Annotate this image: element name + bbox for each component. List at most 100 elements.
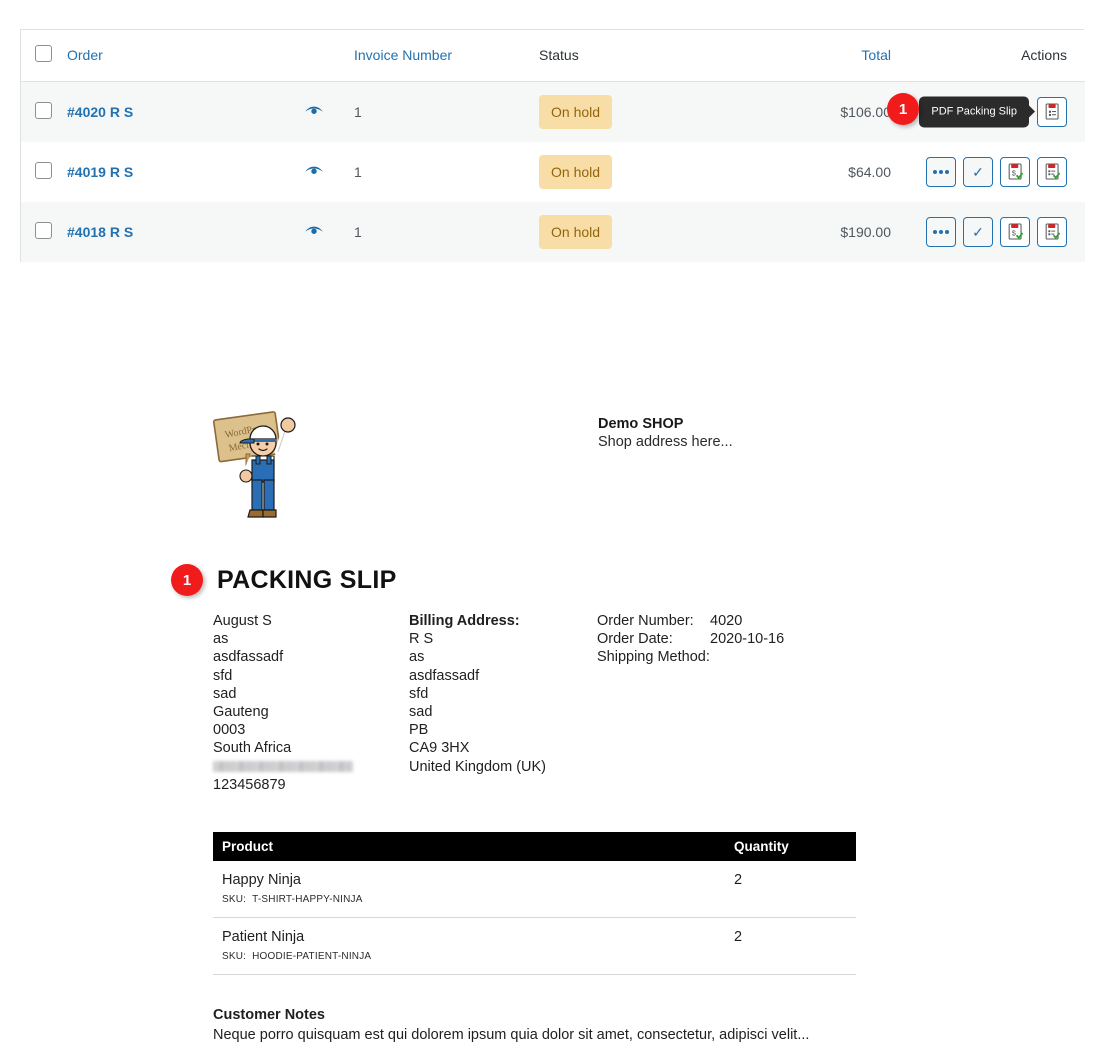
complete-order-button[interactable]: ✓ bbox=[963, 156, 993, 187]
row-checkbox[interactable] bbox=[35, 221, 52, 239]
shipping-line: sfd bbox=[213, 667, 233, 684]
shop-info-block: Demo SHOP Shop address here... bbox=[598, 415, 733, 451]
products-column-header-product: Product bbox=[213, 832, 724, 861]
preview-eye-icon[interactable] bbox=[305, 225, 323, 239]
preview-eye-icon[interactable] bbox=[305, 165, 323, 179]
product-name: Patient Ninja bbox=[222, 929, 305, 945]
row-invoice-number: 1 bbox=[354, 81, 539, 142]
pdf-packing-slip-button[interactable] bbox=[1037, 156, 1067, 187]
sku-value: HOODIE-PATIENT-NINJA bbox=[252, 951, 372, 962]
page-title: PACKING SLIP bbox=[217, 565, 397, 594]
row-total-cell: $64.00 bbox=[724, 141, 909, 202]
products-header-row: Product Quantity bbox=[213, 832, 856, 861]
status-badge: On hold bbox=[539, 214, 613, 249]
products-table-body: Happy Ninja SKU: T-SHIRT-HAPPY-NINJA 2 P… bbox=[213, 861, 856, 975]
row-select-cell bbox=[21, 141, 67, 202]
row-status-cell: On hold bbox=[539, 201, 724, 262]
row-total-value: $64.00 bbox=[848, 163, 891, 180]
svg-text:$: $ bbox=[1011, 229, 1015, 237]
preview-eye-icon[interactable] bbox=[305, 105, 323, 119]
billing-address-heading: Billing Address: bbox=[409, 613, 520, 629]
step-marker-1-table: 1 bbox=[887, 93, 919, 125]
row-order-cell: #4020 R S bbox=[67, 81, 354, 142]
column-header-total-label: Total bbox=[861, 47, 891, 64]
row-actions-cell: PDF Packing Slip bbox=[909, 81, 1085, 142]
products-table: Product Quantity Happy Ninja SKU: T-SHIR… bbox=[213, 832, 856, 975]
shipping-line: as bbox=[213, 631, 229, 648]
pdf-packing-slip-button[interactable] bbox=[1037, 216, 1067, 247]
row-total-value: $190.00 bbox=[840, 223, 891, 240]
row-select-cell bbox=[21, 81, 67, 142]
row-checkbox[interactable] bbox=[35, 161, 52, 179]
shipping-line: 0003 bbox=[213, 722, 246, 739]
row-invoice-number: 1 bbox=[354, 201, 539, 262]
shop-name: Demo SHOP bbox=[598, 416, 684, 432]
shipping-method-row: Shipping Method: bbox=[597, 648, 897, 666]
column-header-order[interactable]: Order bbox=[67, 30, 354, 82]
sku-label: SKU: bbox=[222, 894, 247, 905]
order-date-label: Order Date: bbox=[597, 631, 673, 648]
column-header-status: Status bbox=[539, 30, 724, 82]
order-link[interactable]: #4019 R S bbox=[67, 164, 133, 180]
ellipsis-icon bbox=[933, 169, 949, 174]
customer-notes-title: Customer Notes bbox=[213, 1007, 325, 1023]
products-table-head: Product Quantity bbox=[213, 832, 856, 861]
row-total-value: $106.00 bbox=[840, 103, 891, 120]
shipping-line: August S bbox=[213, 613, 272, 629]
pdf-packing-slip-tooltip: PDF Packing Slip bbox=[919, 96, 1029, 127]
shop-logo-mechanic-icon: WordPress Mechanic bbox=[212, 406, 310, 528]
row-actions-cell: ✓ $ bbox=[909, 201, 1085, 262]
product-quantity: 2 bbox=[724, 861, 856, 918]
product-quantity: 2 bbox=[724, 917, 856, 975]
product-row: Happy Ninja SKU: T-SHIRT-HAPPY-NINJA 2 bbox=[213, 861, 856, 918]
orders-header-row: Order Invoice Number Status Total Action… bbox=[21, 30, 1085, 82]
row-total-cell: $190.00 bbox=[724, 201, 909, 262]
product-row: Patient Ninja SKU: HOODIE-PATIENT-NINJA … bbox=[213, 917, 856, 975]
sku-label: SKU: bbox=[222, 951, 247, 962]
packing-slip-title-row: 1 PACKING SLIP bbox=[171, 564, 397, 596]
address-grid: August S as asdfassadf sfd sad Gauteng 0… bbox=[213, 612, 913, 794]
billing-line: sad bbox=[409, 704, 433, 721]
pdf-invoice-button[interactable]: $ bbox=[1000, 216, 1030, 247]
shipping-line: South Africa bbox=[213, 740, 292, 757]
checkmark-icon: ✓ bbox=[972, 163, 984, 180]
column-header-invoice-number-label: Invoice Number bbox=[354, 47, 453, 64]
ellipsis-icon bbox=[933, 229, 949, 234]
row-status-cell: On hold bbox=[539, 141, 724, 202]
select-all-checkbox[interactable] bbox=[35, 45, 52, 63]
column-header-actions-label: Actions bbox=[1021, 47, 1067, 64]
shipping-address-block: August S as asdfassadf sfd sad Gauteng 0… bbox=[213, 612, 409, 794]
orders-table: Order Invoice Number Status Total Action… bbox=[21, 30, 1085, 262]
row-order-cell: #4019 R S bbox=[67, 141, 354, 202]
shipping-line: sad bbox=[213, 685, 237, 702]
product-sku: SKU: HOODIE-PATIENT-NINJA bbox=[222, 951, 715, 962]
pdf-packing-slip-button[interactable] bbox=[1037, 96, 1067, 127]
billing-line: R S bbox=[409, 631, 434, 648]
pdf-invoice-button[interactable]: $ bbox=[1000, 156, 1030, 187]
table-row: #4019 R S 1 On hold $64.00 ✓ $ bbox=[21, 141, 1085, 202]
order-number-value: 4020 bbox=[710, 613, 743, 629]
billing-line: CA9 3HX bbox=[409, 740, 470, 757]
billing-line: asdfassadf bbox=[409, 667, 480, 684]
complete-order-button[interactable]: ✓ bbox=[963, 216, 993, 247]
customer-phone: 123456879 bbox=[213, 776, 286, 793]
order-link[interactable]: #4018 R S bbox=[67, 224, 133, 240]
more-actions-button[interactable] bbox=[926, 156, 956, 187]
column-header-invoice-number[interactable]: Invoice Number bbox=[354, 30, 539, 82]
column-header-actions: Actions bbox=[909, 30, 1085, 82]
row-invoice-number: 1 bbox=[354, 141, 539, 202]
column-header-total[interactable]: Total bbox=[724, 30, 909, 82]
shipping-line: asdfassadf bbox=[213, 649, 284, 666]
row-checkbox[interactable] bbox=[35, 101, 52, 119]
billing-line: sfd bbox=[409, 685, 429, 702]
billing-line: as bbox=[409, 649, 425, 666]
order-link[interactable]: #4020 R S bbox=[67, 104, 133, 120]
more-actions-button[interactable] bbox=[926, 216, 956, 247]
sku-value: T-SHIRT-HAPPY-NINJA bbox=[252, 894, 363, 905]
step-marker-1-slip: 1 bbox=[171, 564, 203, 596]
orders-table-body: #4020 R S 1 On hold $106.00 PDF Packing … bbox=[21, 81, 1085, 262]
row-actions-cell: ✓ $ bbox=[909, 141, 1085, 202]
product-cell: Patient Ninja SKU: HOODIE-PATIENT-NINJA bbox=[213, 917, 724, 975]
order-date-row: Order Date: 2020-10-16 bbox=[597, 630, 897, 648]
packing-slip-document: WordPress Mechanic Demo SHOP Shop addres… bbox=[0, 388, 1112, 1043]
